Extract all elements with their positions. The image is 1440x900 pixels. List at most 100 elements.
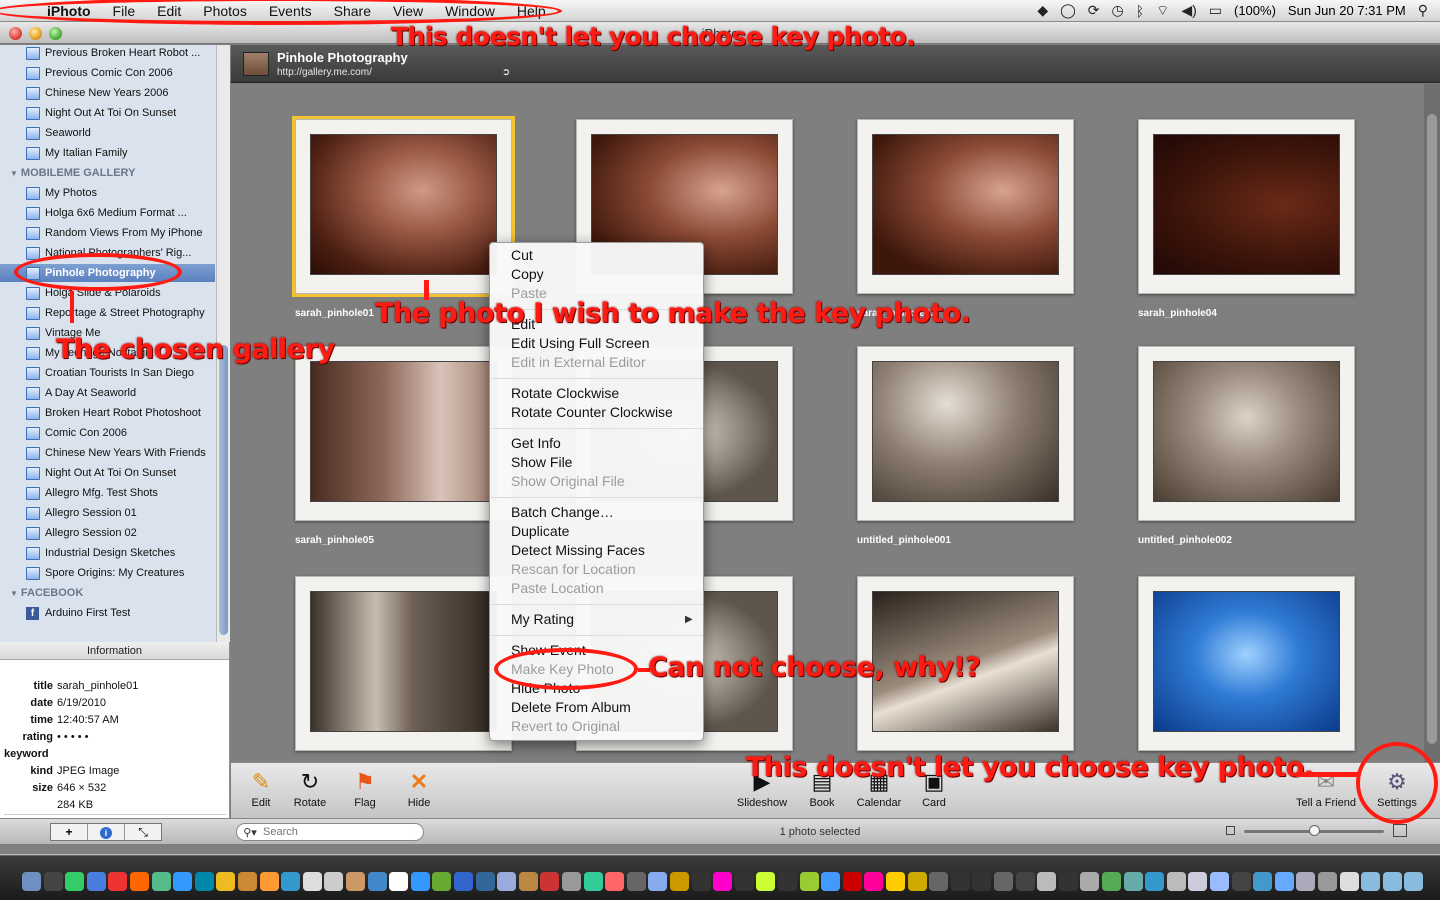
info-button[interactable]: i: [88, 824, 125, 840]
photo-thumbnail[interactable]: [857, 346, 1074, 521]
dock-dreamweaver-icon[interactable]: [713, 872, 733, 891]
dock-app-icon[interactable]: [1231, 872, 1251, 891]
dock-app-icon[interactable]: [259, 872, 279, 891]
dock-safari-icon[interactable]: [86, 872, 106, 891]
dock-calendar-icon[interactable]: [346, 872, 365, 891]
dock-trash-icon[interactable]: [1404, 872, 1424, 891]
sidebar-gallery-item[interactable]: Spore Origins: My Creatures: [26, 564, 216, 582]
dock-app-icon[interactable]: [842, 872, 862, 891]
info-value[interactable]: JPEG Image: [57, 765, 119, 777]
info-value[interactable]: 12:40:57 AM: [57, 714, 119, 726]
information-header[interactable]: Information: [0, 642, 229, 660]
dock-chrome-icon[interactable]: [108, 872, 128, 891]
battery-icon[interactable]: ▭: [1209, 2, 1222, 19]
dock-app-icon[interactable]: [1253, 872, 1273, 891]
context-menu-rotate-counter-clockwise[interactable]: Rotate Counter Clockwise: [511, 403, 673, 422]
dock-app-icon[interactable]: [65, 872, 85, 891]
sidebar-gallery-item[interactable]: Allegro Session 02: [26, 524, 216, 542]
disclosure-triangle-icon[interactable]: ▼: [10, 589, 18, 598]
sidebar-facebook-item[interactable]: f Arduino First Test: [26, 604, 216, 622]
search-icon[interactable]: ⚲▾: [237, 826, 263, 839]
dock-app-icon[interactable]: [1058, 872, 1078, 891]
zoom-large-icon[interactable]: [1393, 824, 1407, 837]
sidebar-gallery-item[interactable]: Broken Heart Robot Photoshoot: [26, 404, 216, 422]
dock-app-icon[interactable]: [1166, 872, 1186, 891]
dock-app-icon[interactable]: [410, 872, 430, 891]
dock-app-icon[interactable]: [583, 872, 603, 891]
photo-caption[interactable]: sarah_pinhole05: [295, 535, 513, 546]
thumbnail-size-slider-knob[interactable]: [1309, 825, 1320, 836]
dock-app-icon[interactable]: [367, 872, 387, 891]
dock-app-icon[interactable]: [518, 872, 538, 891]
full-screen-button[interactable]: ⤡: [125, 824, 161, 840]
info-value[interactable]: 646 × 532: [57, 782, 106, 794]
dock-terminal-icon[interactable]: [1210, 872, 1229, 891]
hide-button[interactable]: ✕ Hide: [387, 767, 451, 809]
context-menu-my-rating[interactable]: My Rating ▶: [511, 610, 693, 629]
sidebar-gallery-item[interactable]: My Photos: [26, 184, 216, 202]
context-menu-get-info[interactable]: Get Info: [511, 434, 561, 453]
dock-app-icon[interactable]: [540, 872, 560, 891]
arrow-link-icon[interactable]: ➲: [502, 67, 510, 78]
dock-app-icon[interactable]: [1123, 872, 1143, 891]
photo-thumbnail[interactable]: [295, 576, 512, 751]
context-menu-batch-change[interactable]: Batch Change…: [511, 503, 614, 522]
sync-icon[interactable]: ⟳: [1088, 2, 1100, 19]
sidebar-album-item[interactable]: Night Out At Toi On Sunset: [26, 104, 216, 122]
search-field[interactable]: ⚲▾: [236, 823, 424, 841]
dock-bridge-icon[interactable]: [821, 872, 841, 891]
sidebar-gallery-item[interactable]: Random Views From My iPhone: [26, 224, 216, 242]
context-menu-cut[interactable]: Cut: [511, 246, 533, 265]
dock-app-icon[interactable]: [1037, 872, 1057, 891]
sidebar-scrollbar-thumb[interactable]: [219, 345, 228, 635]
dock-skype-icon[interactable]: [173, 872, 193, 891]
dock-app-icon[interactable]: [950, 872, 970, 891]
add-album-button[interactable]: +: [51, 824, 88, 840]
dock-app-icon[interactable]: [238, 872, 257, 891]
sidebar-album-item[interactable]: Seaworld: [26, 124, 216, 142]
sidebar-gallery-item[interactable]: Chinese New Years With Friends: [26, 444, 216, 462]
sidebar-gallery-item[interactable]: Allegro Mfg. Test Shots: [26, 484, 216, 502]
info-value[interactable]: 284 KB: [57, 799, 93, 811]
search-input[interactable]: [263, 826, 413, 838]
dock-app-icon[interactable]: [1015, 872, 1035, 891]
dock-app-icon[interactable]: [324, 872, 344, 891]
time-machine-icon[interactable]: ◷: [1112, 2, 1124, 19]
dock-app-icon[interactable]: [972, 872, 992, 891]
photo-thumbnail-selected[interactable]: [292, 116, 515, 297]
disclosure-triangle-icon[interactable]: ▼: [10, 169, 18, 178]
dock-flash-icon[interactable]: [756, 872, 776, 891]
info-value[interactable]: sarah_pinhole01: [57, 680, 138, 692]
facebook-heading[interactable]: ▼ FACEBOOK: [10, 584, 83, 602]
dock-app-icon[interactable]: [432, 872, 452, 891]
photo-grid-scrollbar-thumb[interactable]: [1427, 114, 1437, 744]
dock-firefox-icon[interactable]: [130, 872, 149, 891]
dock-app-icon[interactable]: [605, 872, 625, 891]
dock-app-icon[interactable]: [929, 872, 949, 891]
dock-indesign-icon[interactable]: [778, 872, 797, 891]
dock-app-icon[interactable]: [1296, 872, 1316, 891]
dock-folder-icon[interactable]: [1361, 872, 1381, 891]
dock-app-icon[interactable]: [454, 872, 473, 891]
dock-fireworks-icon[interactable]: [799, 872, 819, 891]
menubar-clock[interactable]: Sun Jun 20 7:31 PM: [1288, 3, 1406, 18]
sidebar-gallery-item[interactable]: A Day At Seaworld: [26, 384, 216, 402]
dock-app-icon[interactable]: [1080, 872, 1100, 891]
sidebar-gallery-item[interactable]: Comic Con 2006: [26, 424, 216, 442]
photo-caption[interactable]: untitled_pinhole001: [857, 535, 1075, 546]
dock-app-icon[interactable]: [648, 872, 668, 891]
dock-folder-icon[interactable]: [1339, 872, 1359, 891]
sidebar-gallery-item[interactable]: Croatian Tourists In San Diego: [26, 364, 216, 382]
zoom-small-icon[interactable]: [1226, 826, 1235, 835]
dock-app-icon[interactable]: [151, 872, 171, 891]
sidebar-album-item[interactable]: Chinese New Years 2006: [26, 84, 216, 102]
dropbox-icon[interactable]: ◆: [1037, 2, 1048, 19]
info-value[interactable]: 6/19/2010: [57, 697, 106, 709]
sidebar-gallery-item[interactable]: Holga 6x6 Medium Format ...: [26, 204, 216, 222]
photo-thumbnail[interactable]: [1138, 576, 1355, 751]
dock-app-icon[interactable]: [194, 872, 214, 891]
dock-dashboard-icon[interactable]: [43, 872, 63, 891]
dock-finder-icon[interactable]: [22, 872, 41, 891]
dock-app-icon[interactable]: [1145, 872, 1165, 891]
context-menu-delete-from-album[interactable]: Delete From Album: [511, 698, 631, 717]
